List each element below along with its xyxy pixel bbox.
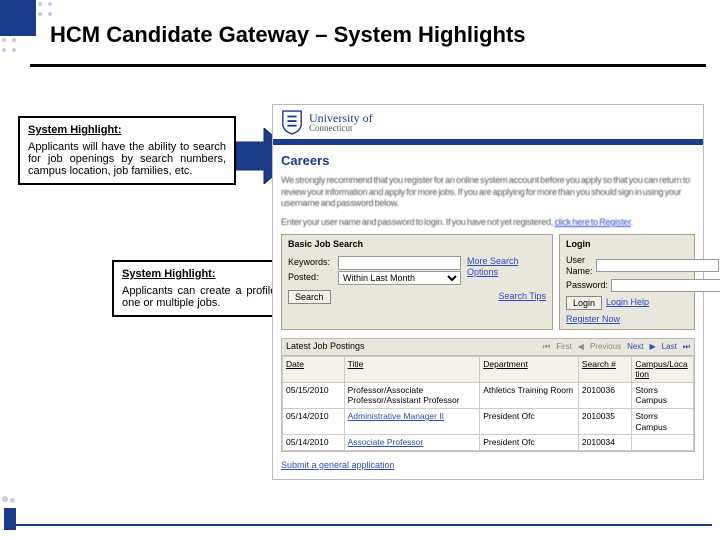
cell-loc: Storrs Campus	[632, 382, 694, 408]
intro-paragraph-2: Enter your user name and password to log…	[273, 215, 703, 234]
pager: ⏮ First ◀ Previous Next ▶ Last ⏭	[543, 342, 690, 352]
pager-last[interactable]: Last	[662, 342, 677, 352]
postings-title: Latest Job Postings	[286, 341, 365, 352]
slide-title: HCM Candidate Gateway – System Highlight…	[50, 22, 526, 48]
keywords-input[interactable]	[338, 256, 461, 270]
careers-heading: Careers	[273, 149, 703, 173]
password-label: Password:	[566, 280, 608, 291]
cell-date: 05/14/2010	[283, 435, 345, 451]
cell-search: 2010034	[578, 435, 631, 451]
job-title-link[interactable]: Administrative Manager II	[348, 411, 444, 421]
login-help-link[interactable]: Login Help	[606, 297, 649, 308]
cell-title: Professor/Associate Professor/Assistant …	[344, 382, 480, 408]
pager-prev[interactable]: Previous	[590, 342, 621, 352]
table-header-row: Date Title Department Search # Campus/Lo…	[283, 356, 694, 382]
intro-paragraph-1: We strongly recommend that you register …	[273, 173, 703, 215]
cell-search: 2010035	[578, 409, 631, 435]
col-search-header[interactable]: Search #	[578, 356, 631, 382]
search-button[interactable]: Search	[288, 290, 331, 304]
slide-footer-decoration	[4, 508, 16, 530]
cell-title[interactable]: Administrative Manager II	[344, 409, 480, 435]
cell-dept: President Ofc	[480, 435, 579, 451]
pager-next-icon[interactable]: ▶	[650, 342, 656, 352]
search-panel-title: Basic Job Search	[288, 239, 546, 250]
keywords-label: Keywords:	[288, 257, 334, 268]
pager-first-icon[interactable]: ⏮	[543, 342, 550, 352]
posted-label: Posted:	[288, 272, 334, 283]
slide-footer-rule	[16, 524, 712, 526]
brand-bar: University of Connecticut	[273, 105, 703, 139]
search-tips-link[interactable]: Search Tips	[498, 291, 546, 302]
slide-corner-decoration	[0, 0, 36, 36]
col-dept-header[interactable]: Department	[480, 356, 579, 382]
table-row: 05/14/2010Associate Professor President O…	[283, 435, 694, 451]
username-input[interactable]	[596, 259, 719, 272]
cell-dept: Athletics Training Room	[480, 382, 579, 408]
posted-select[interactable]: Within Last Month	[338, 271, 461, 285]
password-input[interactable]	[611, 279, 720, 292]
login-button[interactable]: Login	[566, 296, 602, 310]
cell-date: 05/15/2010	[283, 382, 345, 408]
latest-postings-panel: Latest Job Postings ⏮ First ◀ Previous N…	[281, 338, 695, 452]
username-label: User Name:	[566, 255, 593, 278]
postings-table: Date Title Department Search # Campus/Lo…	[282, 356, 694, 451]
university-shield-icon	[281, 109, 303, 135]
col-title-header[interactable]: Title	[344, 356, 480, 382]
cell-loc	[632, 435, 694, 451]
pager-prev-icon[interactable]: ◀	[578, 342, 584, 352]
title-underline	[30, 64, 706, 67]
col-loc-header[interactable]: Campus/Location	[632, 356, 694, 382]
brand-blue-bar	[273, 139, 703, 145]
login-panel-title: Login	[566, 239, 688, 250]
basic-job-search-panel: Basic Job Search Keywords: Posted: Withi…	[281, 234, 553, 330]
cell-search: 2010036	[578, 382, 631, 408]
embedded-screenshot: University of Connecticut Careers We str…	[272, 104, 704, 480]
callout-body: Applicants will have the ability to sear…	[28, 141, 226, 177]
register-now-link[interactable]: Register Now	[566, 314, 620, 325]
cell-title[interactable]: Associate Professor	[344, 435, 480, 451]
col-date-header[interactable]: Date	[283, 356, 345, 382]
table-row: 05/15/2010Professor/Associate Professor/…	[283, 382, 694, 408]
cell-date: 05/14/2010	[283, 409, 345, 435]
pager-last-icon[interactable]: ⏭	[683, 342, 690, 352]
table-row: 05/14/2010Administrative Manager II Presi…	[283, 409, 694, 435]
intro-text: Enter your user name and password to log…	[281, 217, 554, 227]
job-title-link[interactable]: Associate Professor	[348, 437, 424, 447]
brand-line2: Connecticut	[309, 124, 373, 133]
cell-dept: President Ofc	[480, 409, 579, 435]
register-link[interactable]: click here to Register	[554, 217, 630, 227]
callout-box-1: System Highlight: Applicants will have t…	[18, 116, 236, 185]
pager-next[interactable]: Next	[627, 342, 643, 352]
pager-first[interactable]: First	[556, 342, 572, 352]
more-options-link[interactable]: More Search Options	[467, 256, 546, 279]
submit-general-application-link[interactable]: Submit a general application	[281, 460, 395, 470]
cell-loc: Storrs Campus	[632, 409, 694, 435]
brand-line1: University of	[309, 112, 373, 124]
callout-heading: System Highlight:	[28, 124, 226, 136]
login-panel: Login User Name: Password: Login Login H…	[559, 234, 695, 330]
